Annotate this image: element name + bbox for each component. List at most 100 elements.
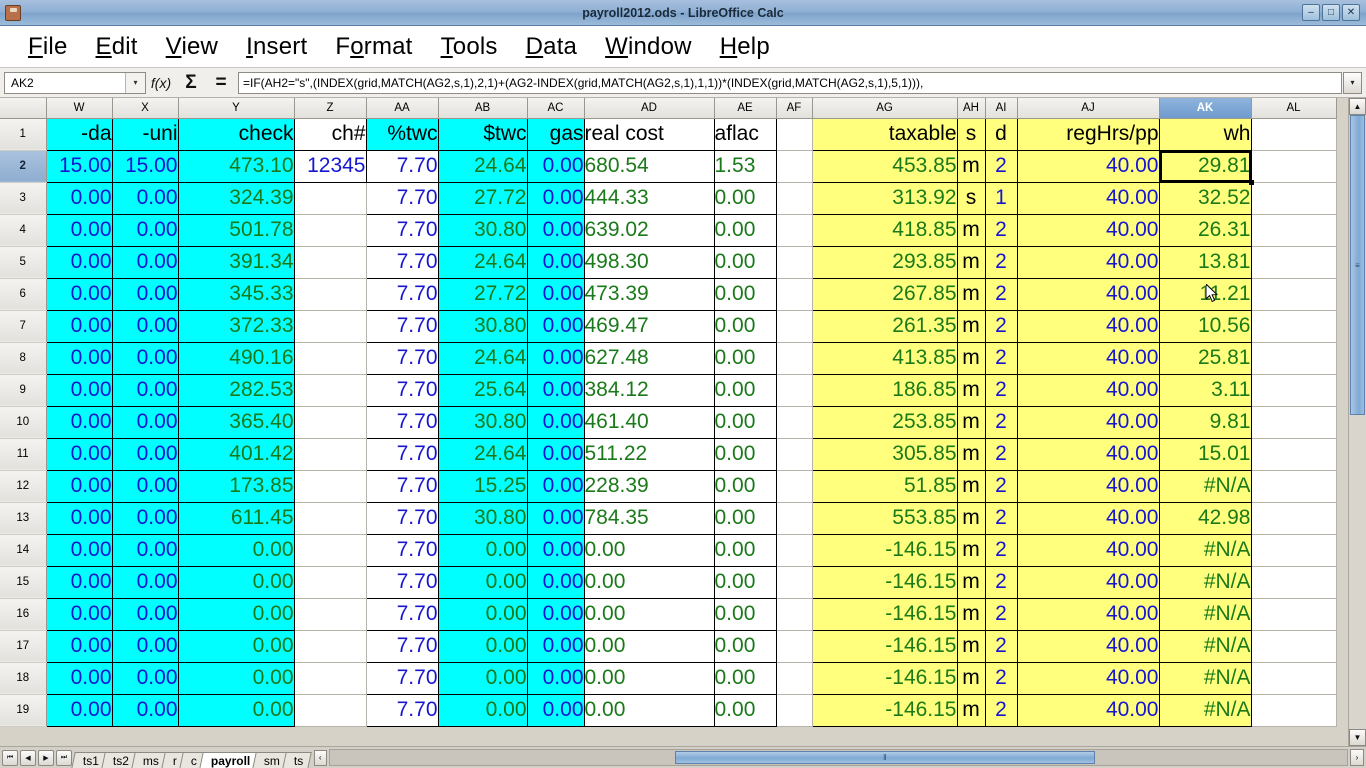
cell-AE15[interactable]: 0.00	[714, 566, 776, 598]
cell-AJ12[interactable]: 40.00	[1017, 470, 1159, 502]
cell-AI7[interactable]: 2	[985, 310, 1017, 342]
cell-AH17[interactable]: m	[957, 630, 985, 662]
cell-Y3[interactable]: 324.39	[178, 182, 294, 214]
cell-Y5[interactable]: 391.34	[178, 246, 294, 278]
tab-separator-icon[interactable]: ‹	[314, 750, 327, 766]
cell-AF19[interactable]	[776, 694, 812, 726]
cell-AK9[interactable]: 3.11	[1159, 374, 1251, 406]
cell-Y4[interactable]: 501.78	[178, 214, 294, 246]
cell-AC7[interactable]: 0.00	[527, 310, 584, 342]
cell-AG3[interactable]: 313.92	[812, 182, 957, 214]
cell-Z6[interactable]	[294, 278, 366, 310]
cell-AC9[interactable]: 0.00	[527, 374, 584, 406]
menu-edit[interactable]: Edit	[82, 33, 152, 61]
cell-AK16[interactable]: #N/A	[1159, 598, 1251, 630]
cell-AJ3[interactable]: 40.00	[1017, 182, 1159, 214]
cell-AI3[interactable]: 1	[985, 182, 1017, 214]
cell-AF18[interactable]	[776, 662, 812, 694]
cell-AA15[interactable]: 7.70	[366, 566, 438, 598]
cell-Y19[interactable]: 0.00	[178, 694, 294, 726]
cell-W7[interactable]: 0.00	[46, 310, 112, 342]
cell-AH8[interactable]: m	[957, 342, 985, 374]
cell-AI13[interactable]: 2	[985, 502, 1017, 534]
cell-AF12[interactable]	[776, 470, 812, 502]
cell-AE7[interactable]: 0.00	[714, 310, 776, 342]
cell-AG11[interactable]: 305.85	[812, 438, 957, 470]
cell-AG16[interactable]: -146.15	[812, 598, 957, 630]
cell-AK19[interactable]: #N/A	[1159, 694, 1251, 726]
menu-file[interactable]: File	[14, 33, 82, 61]
cell-AJ4[interactable]: 40.00	[1017, 214, 1159, 246]
cell-AG10[interactable]: 253.85	[812, 406, 957, 438]
header-cell-AD1[interactable]: real cost	[584, 118, 714, 150]
cell-Y11[interactable]: 401.42	[178, 438, 294, 470]
cell-Z15[interactable]	[294, 566, 366, 598]
row-header-13[interactable]: 13	[0, 502, 46, 534]
cell-Y14[interactable]: 0.00	[178, 534, 294, 566]
cell-Z16[interactable]	[294, 598, 366, 630]
cell-W9[interactable]: 0.00	[46, 374, 112, 406]
cell-Y10[interactable]: 365.40	[178, 406, 294, 438]
cell-Z10[interactable]	[294, 406, 366, 438]
cell-AG4[interactable]: 418.85	[812, 214, 957, 246]
cell-AH6[interactable]: m	[957, 278, 985, 310]
cell-AA11[interactable]: 7.70	[366, 438, 438, 470]
cell-AH13[interactable]: m	[957, 502, 985, 534]
cell-AA8[interactable]: 7.70	[366, 342, 438, 374]
header-cell-AA1[interactable]: %twc	[366, 118, 438, 150]
cell-X16[interactable]: 0.00	[112, 598, 178, 630]
cell-AJ10[interactable]: 40.00	[1017, 406, 1159, 438]
column-header-Z[interactable]: Z	[294, 98, 366, 118]
cell-AI17[interactable]: 2	[985, 630, 1017, 662]
row-header-10[interactable]: 10	[0, 406, 46, 438]
cell-Z17[interactable]	[294, 630, 366, 662]
cell-AD16[interactable]: 0.00	[584, 598, 714, 630]
cell-AK4[interactable]: 26.31	[1159, 214, 1251, 246]
formula-expand-icon[interactable]: ▾	[1343, 72, 1362, 94]
name-box-dropdown-icon[interactable]: ▾	[125, 73, 145, 93]
cell-W17[interactable]: 0.00	[46, 630, 112, 662]
cell-W10[interactable]: 0.00	[46, 406, 112, 438]
cell-AA4[interactable]: 7.70	[366, 214, 438, 246]
cell-AE13[interactable]: 0.00	[714, 502, 776, 534]
cell-AK8[interactable]: 25.81	[1159, 342, 1251, 374]
cell-AG18[interactable]: -146.15	[812, 662, 957, 694]
cell-AF13[interactable]	[776, 502, 812, 534]
header-cell-AE1[interactable]: aflac	[714, 118, 776, 150]
cell-AL15[interactable]	[1251, 566, 1336, 598]
cell-W4[interactable]: 0.00	[46, 214, 112, 246]
cell-AC15[interactable]: 0.00	[527, 566, 584, 598]
header-cell-AB1[interactable]: $twc	[438, 118, 527, 150]
cell-AB6[interactable]: 27.72	[438, 278, 527, 310]
cell-AA3[interactable]: 7.70	[366, 182, 438, 214]
cell-AF16[interactable]	[776, 598, 812, 630]
cell-AK14[interactable]: #N/A	[1159, 534, 1251, 566]
column-header-AL[interactable]: AL	[1251, 98, 1336, 118]
header-cell-W1[interactable]: -da	[46, 118, 112, 150]
cell-AC17[interactable]: 0.00	[527, 630, 584, 662]
row-header-9[interactable]: 9	[0, 374, 46, 406]
cell-AD10[interactable]: 461.40	[584, 406, 714, 438]
cell-AL7[interactable]	[1251, 310, 1336, 342]
cell-AH11[interactable]: m	[957, 438, 985, 470]
grid-viewport[interactable]: WXYZAAABACADAEAFAGAHAIAJAKAL1-da-unichec…	[0, 98, 1348, 746]
cell-X6[interactable]: 0.00	[112, 278, 178, 310]
cell-W15[interactable]: 0.00	[46, 566, 112, 598]
header-cell-AH1[interactable]: s	[957, 118, 985, 150]
cell-AG8[interactable]: 413.85	[812, 342, 957, 374]
cell-AE11[interactable]: 0.00	[714, 438, 776, 470]
function-wizard-icon[interactable]: f(x)	[146, 71, 176, 95]
cell-X14[interactable]: 0.00	[112, 534, 178, 566]
column-header-AD[interactable]: AD	[584, 98, 714, 118]
row-header-2[interactable]: 2	[0, 150, 46, 182]
column-header-AI[interactable]: AI	[985, 98, 1017, 118]
cell-AD19[interactable]: 0.00	[584, 694, 714, 726]
cell-AA9[interactable]: 7.70	[366, 374, 438, 406]
cell-AE9[interactable]: 0.00	[714, 374, 776, 406]
close-button[interactable]: ✕	[1342, 4, 1360, 21]
cell-X8[interactable]: 0.00	[112, 342, 178, 374]
cell-AD13[interactable]: 784.35	[584, 502, 714, 534]
cell-AI16[interactable]: 2	[985, 598, 1017, 630]
cell-AB12[interactable]: 15.25	[438, 470, 527, 502]
cell-W16[interactable]: 0.00	[46, 598, 112, 630]
